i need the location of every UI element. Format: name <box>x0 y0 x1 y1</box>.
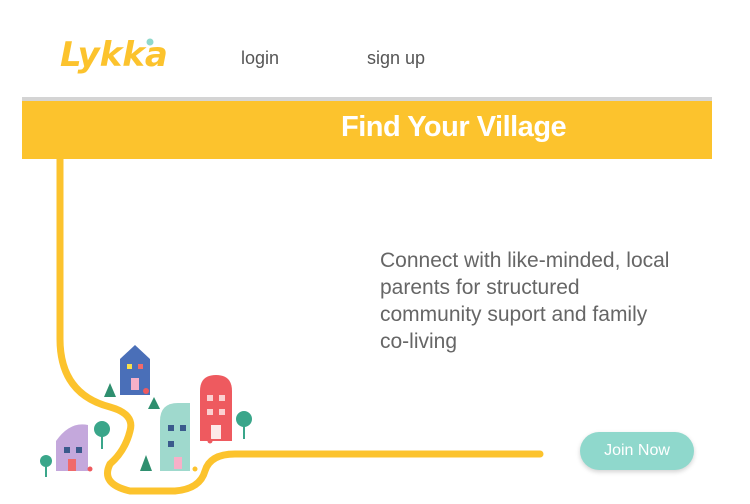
login-link[interactable]: login <box>241 48 279 69</box>
hero-banner: Find Your Village <box>22 101 712 159</box>
red-house <box>200 375 232 441</box>
site-header: Lykka login sign up <box>0 0 750 98</box>
logo-dot <box>146 38 154 46</box>
hero-tagline: Connect with like-minded, local parents … <box>380 249 670 353</box>
join-now-button[interactable]: Join Now <box>580 432 694 470</box>
lykka-logo[interactable]: Lykka <box>58 30 168 78</box>
signup-link[interactable]: sign up <box>367 48 425 69</box>
teal-house <box>160 403 190 471</box>
purple-house <box>56 424 88 471</box>
banner-title: Find Your Village <box>341 111 567 143</box>
blue-house <box>120 345 150 395</box>
